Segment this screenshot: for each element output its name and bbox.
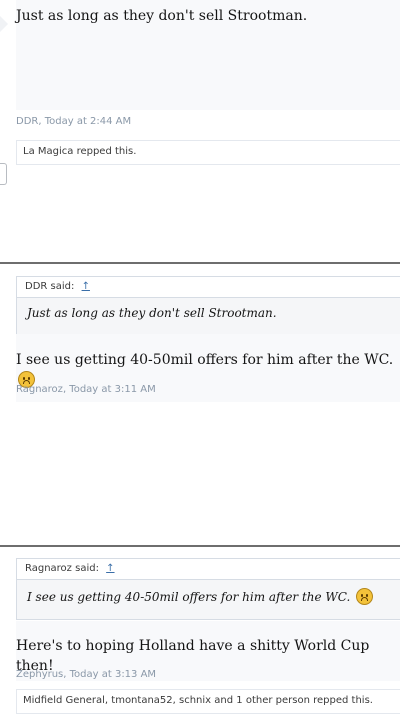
collapsed-handle[interactable] xyxy=(0,163,7,185)
post-date-link[interactable]: Today at 3:11 AM xyxy=(69,384,155,395)
reps-suffix: repped this. xyxy=(313,695,373,706)
post-2: DDR said: ↑ Just as long as they don't s… xyxy=(0,264,400,544)
quote-text: I see us getting 40-50mil offers for him… xyxy=(17,580,400,605)
message-arrow-nub xyxy=(0,16,8,32)
quote-text-content: I see us getting 40-50mil offers for him… xyxy=(27,590,351,604)
likes-summary: La Magica repped this. xyxy=(16,140,400,165)
quote-author-label: DDR said: xyxy=(25,281,75,292)
post-3: Ragnaroz said: ↑ I see us getting 40-50m… xyxy=(0,547,400,714)
author-link[interactable]: Ragnaroz xyxy=(16,384,63,395)
rep-user-link[interactable]: schnix xyxy=(179,695,211,706)
message-meta: Ragnaroz, Today at 3:11 AM xyxy=(16,384,156,395)
rep-user-link[interactable]: tmontana52 xyxy=(111,695,172,706)
author-link[interactable]: DDR xyxy=(16,116,38,127)
quote-attribution: Ragnaroz said: ↑ xyxy=(17,559,400,580)
post-1: Just as long as they don't sell Strootma… xyxy=(0,0,400,262)
post-date-link[interactable]: Today at 2:44 AM xyxy=(45,116,131,127)
arrow-up-icon[interactable]: ↑ xyxy=(82,281,90,292)
author-link[interactable]: Zephyrus xyxy=(16,669,63,680)
rep-user-link[interactable]: Midfield General xyxy=(23,695,105,706)
arrow-up-icon[interactable]: ↑ xyxy=(106,563,114,574)
quote-block: Ragnaroz said: ↑ I see us getting 40-50m… xyxy=(16,558,400,620)
message-meta: DDR, Today at 2:44 AM xyxy=(16,116,131,127)
message-body-container: Just as long as they don't sell Strootma… xyxy=(16,0,400,110)
message-meta: Zephyrus, Today at 3:13 AM xyxy=(16,669,156,680)
message-text-content: I see us getting 40-50mil offers for him… xyxy=(16,352,394,368)
quote-author-label: Ragnaroz said: xyxy=(25,563,99,574)
message-text: Just as long as they don't sell Strootma… xyxy=(16,8,308,24)
reps-others-link[interactable]: 1 other person xyxy=(236,695,310,706)
reps-and: and xyxy=(214,695,234,706)
frown-emoji-icon xyxy=(356,588,374,605)
quote-block: DDR said: ↑ Just as long as they don't s… xyxy=(16,276,400,336)
post-date-link[interactable]: Today at 3:13 AM xyxy=(70,669,156,680)
likes-summary: Midfield General, tmontana52, schnix and… xyxy=(16,689,400,714)
quote-text: Just as long as they don't sell Strootma… xyxy=(27,306,277,320)
quote-attribution: DDR said: ↑ xyxy=(17,277,400,298)
reps-text[interactable]: La Magica repped this. xyxy=(23,146,136,157)
